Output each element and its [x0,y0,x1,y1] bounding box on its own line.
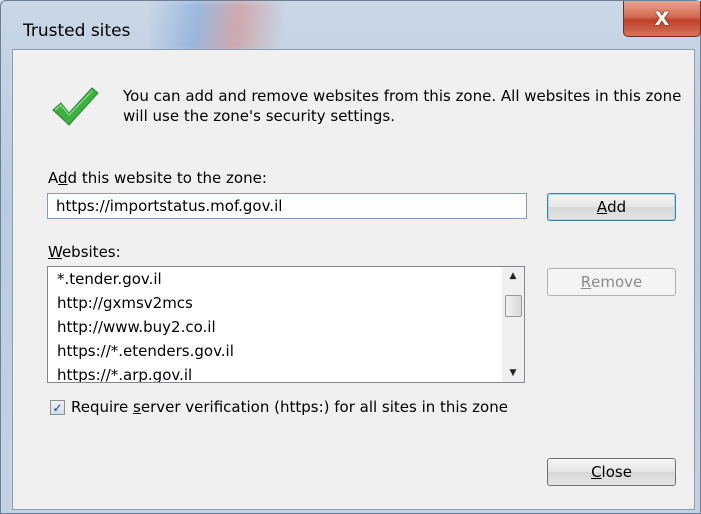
require-https-checkbox[interactable]: ✓ [50,400,65,415]
title-bar-glass [151,1,281,51]
add-website-label: Add this website to the zone: [48,169,267,187]
list-item[interactable]: https://*.arp.gov.il [48,363,498,382]
window-title: Trusted sites [23,21,131,41]
website-url-input[interactable]: https://importstatus.mof.gov.il [47,193,527,219]
checkmark-icon [52,87,99,126]
websites-scrollbar[interactable]: ▲ ▼ [502,267,524,382]
list-item[interactable]: https://*.etenders.gov.il [48,339,498,363]
dialog-window: Trusted sites X You can add and remove w… [0,0,701,514]
close-window-button[interactable]: X [623,1,701,37]
list-item[interactable]: *.tender.gov.il [48,267,498,291]
websites-label: Websites: [48,243,121,261]
scroll-down-arrow-icon[interactable]: ▼ [502,364,524,382]
require-https-label[interactable]: Require server verification (https:) for… [71,398,508,416]
list-item[interactable]: http://www.buy2.co.il [48,315,498,339]
close-icon: X [654,7,670,30]
list-item[interactable]: http://gxmsv2mcs [48,291,498,315]
scroll-thumb[interactable] [505,295,522,317]
add-button[interactable]: Add [547,193,676,221]
remove-button[interactable]: Remove [547,268,676,296]
scroll-up-arrow-icon[interactable]: ▲ [502,267,524,285]
dialog-body: You can add and remove websites from thi… [12,49,695,510]
websites-list[interactable]: *.tender.gov.il http://gxmsv2mcs http://… [47,266,525,383]
websites-list-items: *.tender.gov.il http://gxmsv2mcs http://… [48,267,498,382]
close-button[interactable]: Close [547,458,676,486]
info-text: You can add and remove websites from thi… [123,87,682,125]
